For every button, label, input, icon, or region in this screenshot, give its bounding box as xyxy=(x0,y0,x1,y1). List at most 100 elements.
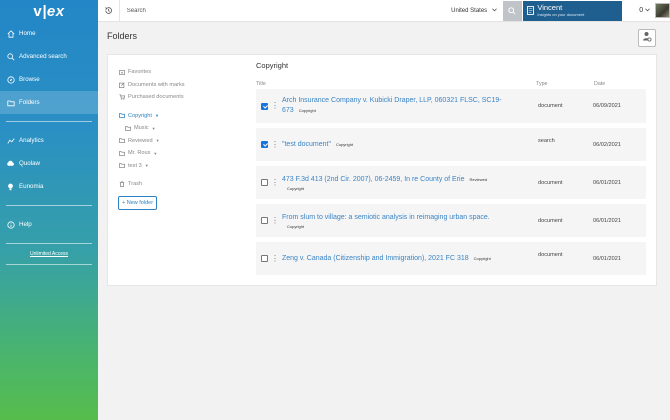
more-options-icon[interactable]: ⋮ xyxy=(271,140,279,149)
notifications-button[interactable]: 0 xyxy=(639,7,651,14)
unlimited-access-link[interactable]: Unlimited Access xyxy=(0,251,98,257)
caret-down-icon[interactable]: ▼ xyxy=(156,138,160,143)
caret-down-icon[interactable]: ▼ xyxy=(153,151,157,156)
tree-item-music[interactable]: Music ▼ xyxy=(118,122,214,135)
history-icon xyxy=(104,2,113,20)
edit-icon xyxy=(118,82,125,88)
column-title[interactable]: Title xyxy=(256,81,536,87)
home-icon xyxy=(6,29,15,38)
search-button[interactable] xyxy=(502,0,523,21)
compass-icon xyxy=(6,75,15,84)
column-type[interactable]: Type xyxy=(536,81,594,87)
sidebar-item-label: Quolaw xyxy=(19,160,40,167)
tag-label: Reviewed xyxy=(469,176,488,182)
user-settings-button[interactable] xyxy=(638,29,656,47)
tree-item-copyright[interactable]: Copyright ▼ xyxy=(118,110,214,123)
document-type: document xyxy=(538,179,563,186)
sidebar-item-label: Help xyxy=(19,221,32,228)
divider xyxy=(6,243,92,244)
vincent-assistant-button[interactable]: Vincent Insights on your document xyxy=(523,0,623,21)
more-options-icon[interactable]: ⋮ xyxy=(271,178,279,187)
folder-icon xyxy=(6,98,15,107)
row-checkbox[interactable] xyxy=(261,179,268,186)
tree-item-documents-with-marks[interactable]: Documents with marks xyxy=(118,79,214,92)
document-title[interactable]: From slum to village: a semiotic analysi… xyxy=(282,214,490,221)
search-input[interactable] xyxy=(119,0,452,21)
document-title[interactable]: Zeng v. Canada (Citizenship and Immigrat… xyxy=(282,255,469,262)
bulb-icon xyxy=(6,182,15,191)
document-link[interactable]: From slum to village: a semiotic analysi… xyxy=(282,208,532,234)
document-link[interactable]: "test document" Copyright xyxy=(282,135,532,155)
document-link[interactable]: Zeng v. Canada (Citizenship and Immigrat… xyxy=(282,249,532,269)
search-icon xyxy=(508,2,516,20)
document-type: document xyxy=(538,217,563,224)
sidebar-item-browse[interactable]: Browse xyxy=(0,68,98,91)
sidebar-item-analytics[interactable]: Analytics xyxy=(0,129,98,152)
tree-item-test-3[interactable]: test 3 ▼ xyxy=(118,160,214,173)
tree-label: Documents with marks xyxy=(128,81,185,88)
folder-tree: Favorites Documents with marks Purchased… xyxy=(118,66,214,210)
caret-down-icon[interactable]: ▼ xyxy=(155,113,159,118)
tree-item-favorites[interactable]: Favorites xyxy=(118,66,214,79)
chevron-down-icon xyxy=(645,7,651,14)
avatar[interactable] xyxy=(655,3,670,18)
tree-item-reviewed[interactable]: Reviewed ▼ xyxy=(118,135,214,148)
document-title[interactable]: 473 F.3d 413 (2nd Cir. 2007), 06-2459, I… xyxy=(282,176,465,183)
column-headers: Title Type Date xyxy=(256,78,646,89)
caret-down-icon[interactable]: ▼ xyxy=(152,126,156,131)
row-checkbox[interactable] xyxy=(261,102,268,110)
info-icon xyxy=(6,220,15,229)
sidebar-item-label: Analytics xyxy=(19,137,44,144)
document-link[interactable]: 473 F.3d 413 (2nd Cir. 2007), 06-2459, I… xyxy=(282,170,532,196)
user-gear-icon xyxy=(642,29,652,47)
document-link[interactable]: Arch Insurance Company v. Kubicki Draper… xyxy=(282,91,532,121)
caret-down-icon[interactable]: ▼ xyxy=(145,163,149,168)
row-checkbox[interactable] xyxy=(261,217,268,224)
row-checkbox[interactable] xyxy=(261,141,268,148)
document-type: search xyxy=(538,137,555,144)
tree-label: Music xyxy=(134,125,149,132)
more-options-icon[interactable]: ⋮ xyxy=(271,254,279,263)
more-options-icon[interactable]: ⋮ xyxy=(271,102,279,110)
sidebar-item-folders[interactable]: Folders xyxy=(0,91,98,114)
tree-label: Mr. Roux xyxy=(128,150,151,157)
tree-item-trash[interactable]: Trash xyxy=(118,178,214,191)
document-date: 06/01/2021 xyxy=(593,255,621,262)
history-button[interactable] xyxy=(98,0,120,22)
tree-label: Favorites xyxy=(128,69,152,76)
search-icon xyxy=(6,52,15,61)
folder-icon xyxy=(124,126,131,131)
sidebar-item-help[interactable]: Help xyxy=(0,213,98,236)
tree-item-purchased-documents[interactable]: Purchased documents xyxy=(118,91,214,104)
trash-icon xyxy=(118,181,125,188)
tag-label: Copyright xyxy=(335,141,354,147)
sidebar-item-advanced-search[interactable]: Advanced search xyxy=(0,45,98,68)
sidebar-item-eunomia[interactable]: Eunomia xyxy=(0,175,98,198)
vlex-logo[interactable]: v |ex xyxy=(0,0,98,22)
table-row: ⋮ From slum to village: a semiotic analy… xyxy=(256,204,646,237)
sidebar-item-home[interactable]: Home xyxy=(0,22,98,45)
document-date: 06/01/2021 xyxy=(593,217,621,224)
more-options-icon[interactable]: ⋮ xyxy=(271,216,279,225)
document-title[interactable]: "test document" xyxy=(282,141,331,148)
table-row: ⋮ 473 F.3d 413 (2nd Cir. 2007), 06-2459,… xyxy=(256,166,646,199)
tree-item-mr-roux[interactable]: Mr. Roux ▼ xyxy=(118,147,214,160)
vincent-label: Vincent xyxy=(537,3,563,12)
sidebar: v |ex Home Advanced search Browse Folders xyxy=(0,0,98,420)
divider xyxy=(6,264,92,265)
row-checkbox[interactable] xyxy=(261,255,268,262)
column-date[interactable]: Date xyxy=(594,81,644,87)
divider xyxy=(6,121,92,122)
tree-label: Purchased documents xyxy=(128,94,184,101)
document-type: document xyxy=(538,251,563,258)
cart-icon xyxy=(118,94,125,101)
new-folder-button[interactable]: + New folder xyxy=(118,195,158,210)
document-icon xyxy=(523,6,537,15)
document-date: 06/02/2021 xyxy=(593,141,621,148)
country-select[interactable]: United States xyxy=(451,8,502,14)
folder-title: Copyright xyxy=(256,61,289,70)
divider xyxy=(6,205,92,206)
sidebar-item-quolaw[interactable]: Quolaw xyxy=(0,152,98,175)
sidebar-item-label: Eunomia xyxy=(19,183,44,190)
tree-label: Trash xyxy=(128,181,143,188)
